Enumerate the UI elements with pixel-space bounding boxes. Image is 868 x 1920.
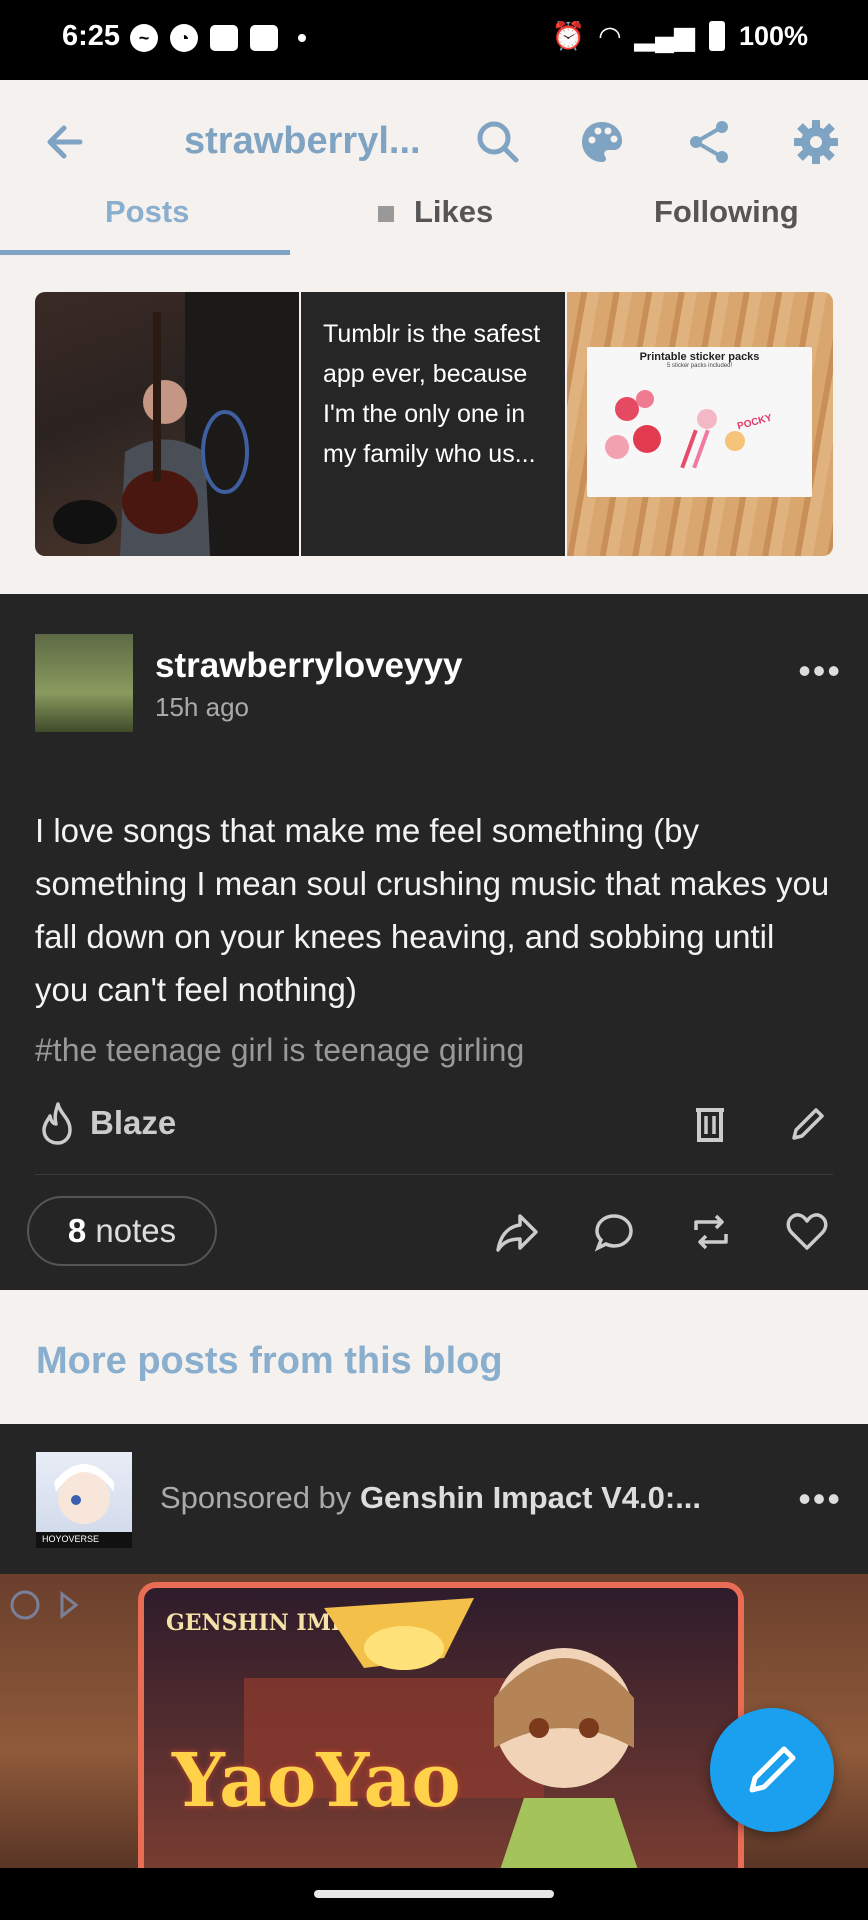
battery-percent: 100% <box>738 20 808 51</box>
tab-likes[interactable]: Likes <box>378 194 493 230</box>
trash-icon[interactable] <box>690 1102 730 1146</box>
gear-icon[interactable] <box>790 116 842 168</box>
share-icon[interactable] <box>684 116 736 168</box>
palette-icon[interactable] <box>576 116 628 168</box>
guitar-photo <box>53 292 299 556</box>
gauge-icon: ◔ <box>170 24 198 52</box>
share-arrow-icon[interactable] <box>494 1210 540 1254</box>
reblog-icon[interactable] <box>688 1210 734 1254</box>
battery-icon <box>708 21 725 51</box>
notes-button[interactable]: 8 notes <box>27 1196 217 1266</box>
arrow-left-icon[interactable] <box>40 116 92 168</box>
post-username[interactable]: strawberryloveyyy <box>155 646 462 686</box>
edit-pencil-icon[interactable] <box>786 1102 830 1146</box>
grid-tile-stickers[interactable]: Printable sticker packs 5 sticker packs … <box>567 292 833 556</box>
blog-title[interactable]: strawberryl... <box>184 120 421 163</box>
sponsor-name: Genshin Impact V4.0:... <box>359 1480 702 1515</box>
notification-icons: ~ ◔ <box>130 24 306 52</box>
messenger-icon: ~ <box>130 24 158 52</box>
more-posts-title: More posts from this blog <box>36 1340 503 1382</box>
notes-count: 8 <box>67 1212 87 1249</box>
status-bar: 6:25 ~ ◔ ⏰ ◠ ▂▄▆ 100% <box>0 0 868 80</box>
post-tag[interactable]: #the teenage girl is teenage girling <box>35 1032 524 1069</box>
more-notifications-dot <box>298 34 306 42</box>
mail-icon-2 <box>250 25 278 51</box>
signal-icon: ▂▄▆ <box>634 20 695 51</box>
search-icon[interactable] <box>472 116 524 168</box>
blog-header: strawberryl... <box>0 80 868 202</box>
more-posts-section: More posts from this blog <box>0 1290 868 1424</box>
grid-tile-photo[interactable] <box>35 292 299 556</box>
status-time: 6:25 <box>62 20 121 52</box>
system-nav-bar <box>0 1868 868 1920</box>
wifi-icon: ◠ <box>599 20 621 51</box>
system-status: ⏰ ◠ ▂▄▆ 100% <box>552 20 808 52</box>
blog-tabs: Posts Likes Following <box>0 194 868 256</box>
sponsor-avatar-caption: HOYOVERSE <box>42 1534 100 1544</box>
compose-fab[interactable] <box>710 1708 834 1832</box>
active-tab-underline <box>0 250 290 255</box>
sponsored-post-header: HOYOVERSE Sponsored by Genshin Impact V4… <box>0 1424 868 1574</box>
sponsored-prefix: Sponsored by <box>160 1480 352 1515</box>
heart-icon[interactable] <box>784 1210 830 1254</box>
sponsored-by-text[interactable]: Sponsored by Genshin Impact V4.0:... <box>160 1480 701 1516</box>
post-divider <box>35 1174 833 1175</box>
more-options-icon[interactable]: ••• <box>798 650 842 692</box>
sticker-title: Printable sticker packs <box>639 351 760 363</box>
alarm-icon: ⏰ <box>551 21 586 51</box>
grid-tile-text[interactable]: Tumblr is the safest app ever, because I… <box>301 292 565 556</box>
post-timestamp: 15h ago <box>155 692 249 722</box>
ad-illustration <box>244 1598 638 1868</box>
sticker-sheet: Printable sticker packs 5 sticker packs … <box>587 347 812 497</box>
post-body: I love songs that make me feel something… <box>35 812 830 1008</box>
notes-label: notes <box>95 1212 177 1249</box>
mail-icon <box>210 25 238 51</box>
sponsor-avatar[interactable]: HOYOVERSE <box>36 1452 132 1548</box>
lock-icon <box>378 205 394 222</box>
sticker-illustrations <box>605 390 745 469</box>
flame-icon <box>42 1102 72 1145</box>
tab-posts[interactable]: Posts <box>105 194 189 230</box>
avatar[interactable] <box>35 634 133 732</box>
post-card: strawberryloveyyy 15h ago ••• I love son… <box>0 594 868 1290</box>
ad-headline: YaoYao <box>172 1738 461 1824</box>
ad-artwork-frame: GENSHIN IMPACT YaoYao <box>138 1582 744 1868</box>
blaze-label: Blaze <box>90 1104 177 1141</box>
blaze-button[interactable]: Blaze <box>36 1100 176 1146</box>
tab-following[interactable]: Following <box>654 194 799 230</box>
sponsor-more-options-icon[interactable]: ••• <box>798 1478 842 1520</box>
grid-tile-text-content: Tumblr is the safest app ever, because I… <box>323 320 541 468</box>
pencil-icon <box>749 1746 796 1793</box>
tab-likes-label: Likes <box>414 194 494 229</box>
home-gesture-pill[interactable] <box>314 1890 554 1898</box>
reply-icon[interactable] <box>592 1210 636 1254</box>
ad-controls-icon[interactable] <box>8 1588 78 1622</box>
post-grid: Tumblr is the safest app ever, because I… <box>0 256 868 594</box>
